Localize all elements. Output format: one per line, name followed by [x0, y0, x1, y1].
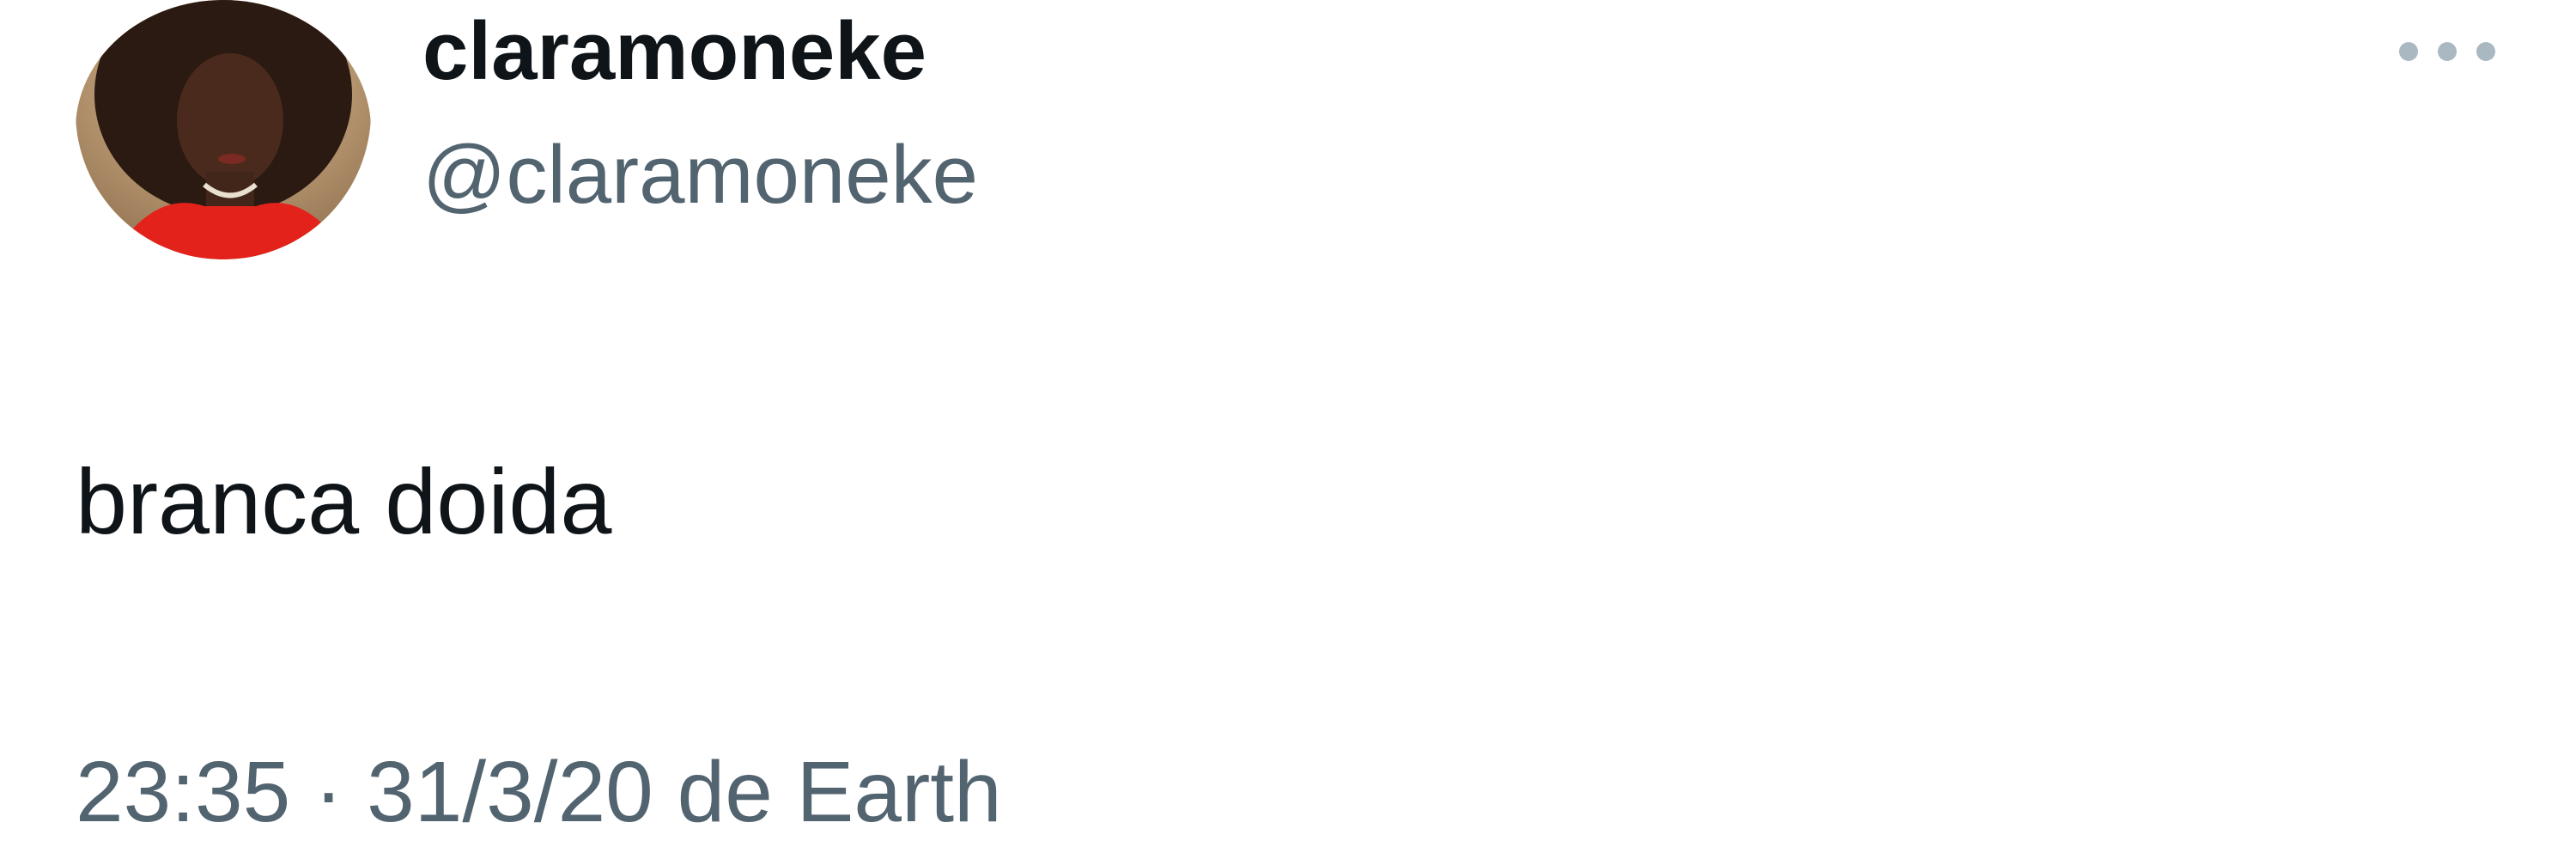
- author-display-name[interactable]: claramoneke: [422, 10, 927, 93]
- more-options-button[interactable]: [2387, 26, 2507, 77]
- tweet-time[interactable]: 23:35: [76, 744, 290, 840]
- tweet-card: claramoneke @claramoneke branca doida 23…: [0, 0, 2576, 859]
- author-avatar[interactable]: [76, 0, 371, 259]
- more-dots-icon: [2399, 42, 2495, 61]
- meta-separator: ·: [314, 744, 343, 840]
- author-handle[interactable]: @claramoneke: [422, 134, 978, 216]
- tweet-metadata: 23:35 · 31/3/20 de Earth: [76, 749, 1002, 835]
- profile-photo-icon: [76, 0, 371, 259]
- tweet-text: branca doida: [76, 449, 612, 553]
- tweet-source: de Earth: [677, 744, 1002, 840]
- tweet-date[interactable]: 31/3/20: [367, 744, 653, 840]
